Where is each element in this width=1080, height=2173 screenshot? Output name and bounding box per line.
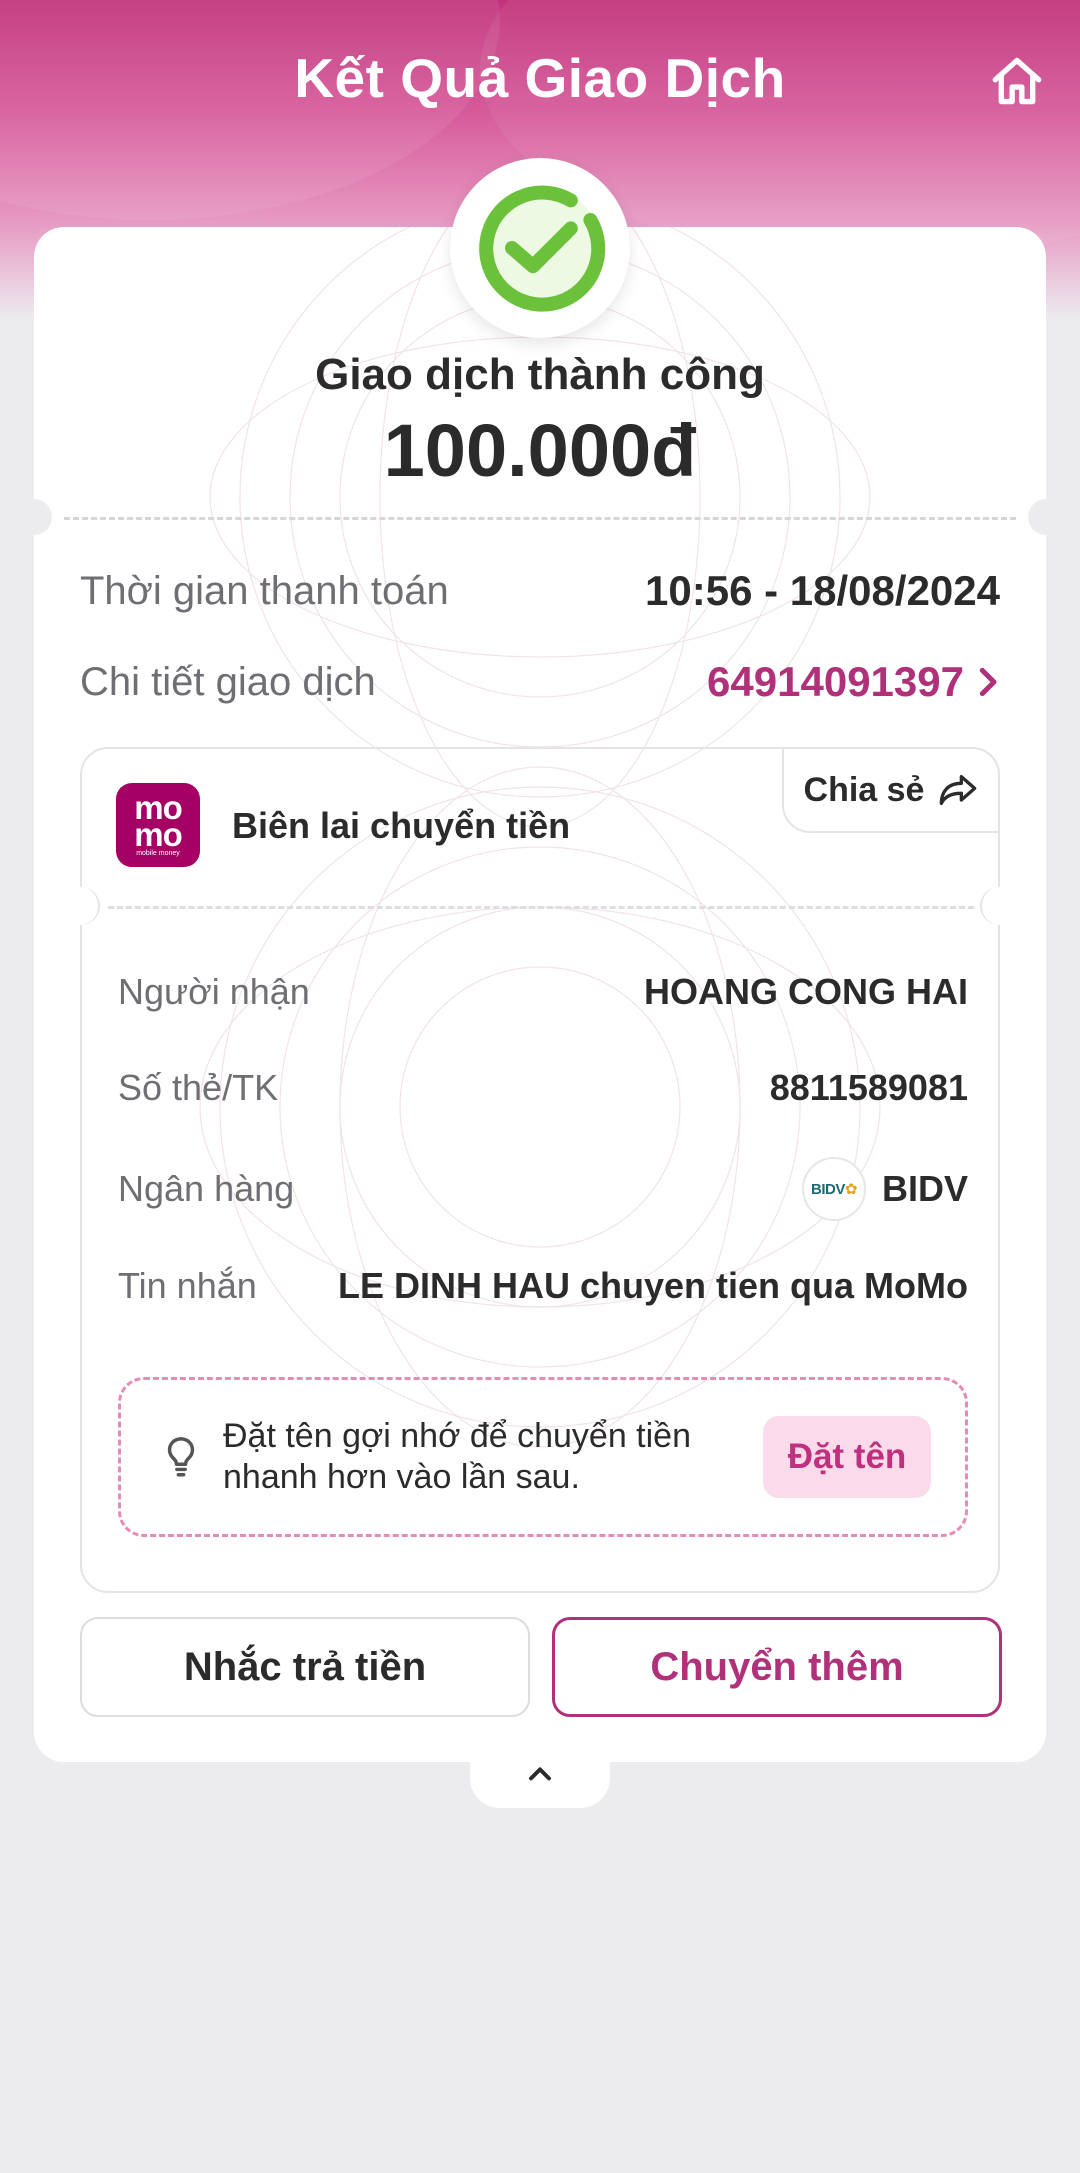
bank-label: Ngân hàng xyxy=(118,1168,295,1209)
transaction-amount: 100.000đ xyxy=(383,409,697,492)
chevron-right-icon xyxy=(979,667,997,697)
share-arrow-icon xyxy=(940,775,977,805)
page-title: Kết Quả Giao Dịch xyxy=(294,47,786,109)
momo-logo: mo mo mobile money xyxy=(116,783,200,867)
transfer-more-button[interactable]: Chuyển thêm xyxy=(552,1617,1002,1717)
receipt-notch-right xyxy=(980,887,1018,925)
receipt-notch-left xyxy=(62,887,100,925)
nickname-hint-box: Đặt tên gợi nhớ để chuyển tiền nhanh hơn… xyxy=(118,1377,968,1537)
transaction-detail-row[interactable]: Chi tiết giao dịch 64914091397 xyxy=(80,652,1000,712)
receipt-row-account: Số thẻ/TK 8811589081 xyxy=(118,1067,968,1109)
header-wave xyxy=(0,0,500,220)
divider xyxy=(64,517,1016,520)
payment-time-row: Thời gian thanh toán 10:56 - 18/08/2024 xyxy=(80,561,1000,621)
bank-value-group: BIDV ✿ BIDV xyxy=(801,1157,968,1221)
transaction-detail-link[interactable]: 64914091397 xyxy=(707,658,1000,706)
chevron-up-icon xyxy=(529,1767,551,1781)
nickname-hint-text: Đặt tên gợi nhớ để chuyển tiền nhanh hơn… xyxy=(223,1417,691,1496)
receipt-panel: mo mo mobile money Biên lai chuyển tiền … xyxy=(62,747,1018,1593)
account-label: Số thẻ/TK xyxy=(118,1067,279,1108)
receipt-title: Biên lai chuyển tiền xyxy=(232,805,571,846)
recipient-label: Người nhận xyxy=(118,971,310,1012)
set-nickname-button[interactable]: Đặt tên xyxy=(763,1416,931,1498)
check-circle-icon xyxy=(478,185,606,312)
receipt-row-bank: Ngân hàng BIDV ✿ BIDV xyxy=(118,1157,968,1221)
ticket-notch xyxy=(1028,499,1046,535)
receipt-divider xyxy=(108,906,974,909)
transaction-status: Giao dịch thành công xyxy=(315,350,765,399)
payment-time-label: Thời gian thanh toán xyxy=(80,568,449,613)
home-button[interactable] xyxy=(984,48,1050,114)
lightbulb-icon xyxy=(161,1433,201,1481)
payment-time-value: 10:56 - 18/08/2024 xyxy=(645,567,1000,614)
share-button[interactable]: Chia sẻ xyxy=(782,747,1000,833)
bidv-logo: BIDV ✿ xyxy=(801,1157,866,1221)
message-label: Tin nhắn xyxy=(118,1265,257,1306)
ticket-notch xyxy=(34,499,52,535)
home-icon xyxy=(992,57,1042,105)
success-badge xyxy=(450,158,630,338)
receipt-row-recipient: Người nhận HOANG CONG HAI xyxy=(118,971,968,1013)
transaction-id: 64914091397 xyxy=(707,658,964,705)
collapse-handle[interactable] xyxy=(470,1760,610,1808)
share-label: Chia sẻ xyxy=(803,770,925,809)
transaction-detail-label: Chi tiết giao dịch xyxy=(80,659,376,704)
receipt-row-message: Tin nhắn LE DINH HAU chuyen tien qua MoM… xyxy=(118,1265,968,1307)
bank-value: BIDV xyxy=(881,1168,968,1209)
message-value: LE DINH HAU chuyen tien qua MoMo xyxy=(338,1265,968,1306)
recipient-value: HOANG CONG HAI xyxy=(644,971,968,1012)
remind-payment-button[interactable]: Nhắc trả tiền xyxy=(80,1617,530,1717)
account-value: 8811589081 xyxy=(769,1067,968,1108)
